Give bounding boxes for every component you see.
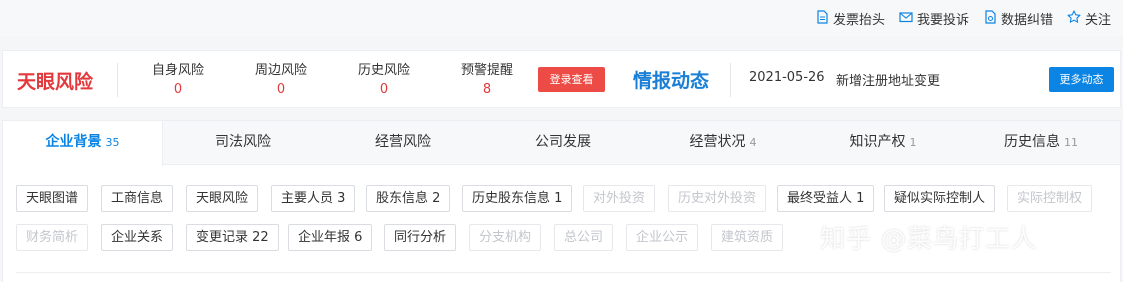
- chip-suspected-controller[interactable]: 疑似实际控制人: [884, 185, 996, 212]
- tab-label: 经营状况: [689, 134, 746, 150]
- risk-summary-panel: 天眼风险 自身风险 0 周边风险 0 历史风险 0 预警提醒 8 登录查看 情报…: [2, 50, 1121, 108]
- invoice-title-link[interactable]: 发票抬头: [815, 9, 885, 28]
- invoice-doc-icon: [815, 9, 829, 28]
- tab-label: 历史信息: [1004, 134, 1060, 150]
- follow-button[interactable]: 关注: [1067, 9, 1111, 28]
- tab-label: 公司发展: [535, 134, 591, 150]
- chip-history-shareholders[interactable]: 历史股东信息 1: [462, 185, 573, 212]
- risk-divider: [117, 63, 118, 97]
- risk-item-label: 历史风险: [357, 63, 410, 78]
- chip-shareholders[interactable]: 股东信息 2: [366, 185, 451, 212]
- tab-judicial-risk[interactable]: 司法风险: [163, 121, 323, 165]
- tab-bar: 企业背景 35 司法风险 经营风险 公司发展 经营状况 4 知识产权 1 历史信息 11: [3, 121, 1121, 166]
- chip-actual-control: 实际控制权: [1007, 185, 1093, 212]
- chip-tianyan-graph[interactable]: 天眼图谱: [16, 185, 89, 212]
- risk-item-label: 自身风险: [151, 63, 204, 78]
- chip-peer-analysis[interactable]: 同行分析: [384, 224, 457, 251]
- risk-item-count: 8: [482, 82, 492, 97]
- intel-date: 2021-05-26: [749, 70, 825, 85]
- chip-branches: 分支机构: [469, 224, 542, 251]
- risk-item-label: 预警提醒: [460, 63, 513, 78]
- risk-item-self[interactable]: 自身风险 0: [138, 59, 218, 97]
- zhihu-watermark: 知乎 @菜鸟打工人: [820, 224, 1037, 253]
- chip-annual-reports[interactable]: 企业年报 6: [288, 224, 373, 251]
- data-correction-label: 数据纠错: [1000, 13, 1053, 28]
- follow-label: 关注: [1084, 13, 1111, 28]
- chip-construction-qualification: 建筑资质: [711, 224, 784, 251]
- tab-company-background[interactable]: 企业背景 35: [3, 121, 163, 166]
- mail-icon: [899, 10, 913, 28]
- risk-item-surrounding[interactable]: 周边风险 0: [241, 59, 321, 97]
- tab-count: 11: [1064, 136, 1078, 149]
- chip-history-investments: 历史对外投资: [668, 185, 767, 212]
- chip-key-personnel[interactable]: 主要人员 3: [271, 185, 356, 212]
- risk-item-history[interactable]: 历史风险 0: [344, 59, 424, 97]
- invoice-title-label: 发票抬头: [832, 13, 885, 28]
- tab-count: 1: [909, 136, 917, 149]
- top-bar: 发票抬头 我要投诉 数据纠错 关注: [0, 0, 1123, 36]
- tianyan-risk-logo: 天眼风险: [17, 71, 94, 93]
- risk-item-count: 0: [379, 82, 389, 97]
- tab-history-info[interactable]: 历史信息 11: [961, 121, 1121, 165]
- chip-company-relations[interactable]: 企业关系: [101, 224, 174, 251]
- risk-item-warning[interactable]: 预警提醒 8: [447, 59, 527, 97]
- risk-item-count: 0: [276, 82, 286, 97]
- top-actions: 发票抬头 我要投诉 数据纠错 关注: [815, 9, 1111, 28]
- complaint-link[interactable]: 我要投诉: [899, 9, 969, 28]
- tab-operating-status[interactable]: 经营状况 4: [643, 121, 803, 165]
- tab-label: 经营风险: [375, 134, 431, 150]
- chip-company-disclosure: 企业公示: [626, 224, 699, 251]
- tab-count: 4: [749, 136, 757, 149]
- intel-title: 情报动态: [633, 70, 710, 92]
- document-correct-icon: [983, 9, 997, 28]
- chip-head-office: 总公司: [554, 224, 614, 251]
- tab-label: 知识产权: [849, 134, 906, 150]
- intel-news-link[interactable]: 新增注册地址变更: [836, 70, 940, 89]
- section-divider: [16, 272, 1111, 273]
- chip-investments: 对外投资: [583, 185, 656, 212]
- tab-label: 企业背景: [45, 134, 102, 150]
- tab-operating-risk[interactable]: 经营风险: [323, 121, 483, 165]
- chip-tianyan-risk[interactable]: 天眼风险: [186, 185, 259, 212]
- chip-business-info[interactable]: 工商信息: [101, 185, 174, 212]
- tab-count: 35: [105, 136, 120, 149]
- risk-item-count: 0: [173, 82, 183, 97]
- login-view-button[interactable]: 登录查看: [538, 67, 605, 92]
- chip-ultimate-beneficiary[interactable]: 最终受益人 1: [777, 185, 875, 212]
- more-updates-button[interactable]: 更多动态: [1049, 67, 1114, 92]
- risk-item-label: 周边风险: [254, 63, 307, 78]
- chip-change-records[interactable]: 变更记录 22: [186, 224, 279, 251]
- tab-company-development[interactable]: 公司发展: [483, 121, 643, 165]
- complaint-label: 我要投诉: [916, 13, 969, 28]
- data-correction-link[interactable]: 数据纠错: [983, 9, 1053, 28]
- tab-label: 司法风险: [215, 134, 271, 150]
- tab-intellectual-property[interactable]: 知识产权 1: [803, 121, 963, 165]
- star-icon: [1067, 9, 1081, 28]
- chip-financial-analysis: 财务简析: [16, 224, 89, 251]
- intel-divider: [730, 63, 731, 97]
